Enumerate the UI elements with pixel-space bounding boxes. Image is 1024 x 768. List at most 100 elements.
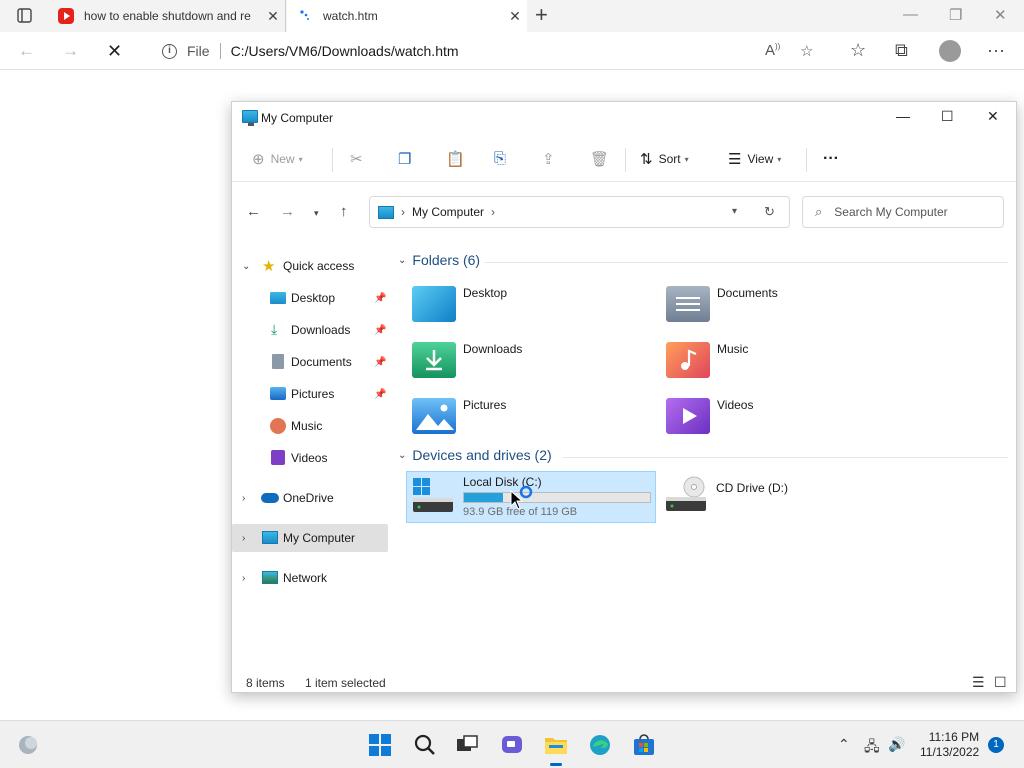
network-tray-icon[interactable]: 🖧 xyxy=(864,736,880,760)
folder-downloads[interactable]: Downloads xyxy=(406,340,656,392)
drives-section-header[interactable]: ⌄ Devices and drives (2) xyxy=(398,447,552,463)
new-button[interactable]: ⊕ New ▾ xyxy=(252,150,303,168)
sidebar-item-pictures[interactable]: Pictures 📌 xyxy=(232,380,388,408)
tiles-view-icon[interactable]: ☐ xyxy=(994,674,1007,691)
task-view-icon[interactable] xyxy=(455,733,479,757)
chevron-right-icon[interactable]: › xyxy=(401,205,405,219)
sidebar-item-downloads[interactable]: ⤓ Downloads 📌 xyxy=(232,316,388,344)
chat-icon[interactable] xyxy=(500,733,524,757)
tab-title: watch.htm xyxy=(323,9,378,23)
start-icon[interactable] xyxy=(368,733,392,757)
collections-icon[interactable]: ⧉ xyxy=(895,40,908,61)
scheme-label: File xyxy=(187,43,210,59)
forward-icon[interactable]: → xyxy=(62,41,79,61)
tab-youtube[interactable]: how to enable shutdown and re ✕ xyxy=(48,0,286,32)
profile-avatar[interactable] xyxy=(939,40,961,62)
breadcrumb-location[interactable]: My Computer xyxy=(412,205,484,219)
chevron-down-icon[interactable]: ⌄ xyxy=(242,261,250,272)
add-favorite-icon[interactable]: ☆ xyxy=(800,42,813,60)
search-input[interactable] xyxy=(834,205,985,219)
sidebar-item-music[interactable]: Music xyxy=(232,412,388,440)
chevron-right-icon[interactable]: › xyxy=(242,493,245,504)
sort-button[interactable]: ⇅ Sort ▾ xyxy=(640,150,689,168)
sidebar-item-onedrive[interactable]: › OneDrive xyxy=(232,484,388,512)
see-more-icon[interactable]: ··· xyxy=(823,150,839,168)
stop-loading-icon[interactable]: ✕ xyxy=(107,41,122,62)
delete-icon[interactable]: 🗑 xyxy=(590,150,615,168)
section-title: Folders (6) xyxy=(412,252,481,268)
read-aloud-icon[interactable]: A)) xyxy=(765,42,780,59)
pin-icon: 📌 xyxy=(374,292,387,304)
sidebar-item-videos[interactable]: Videos xyxy=(232,444,388,472)
copy-icon[interactable]: ❐ xyxy=(398,150,417,168)
sidebar-item-desktop[interactable]: Desktop 📌 xyxy=(232,284,388,312)
close-window-icon[interactable]: ✕ xyxy=(994,6,1007,24)
new-tab-icon[interactable]: + xyxy=(535,4,548,26)
restore-icon[interactable]: ❐ xyxy=(949,6,962,24)
chevron-down-icon: ⌄ xyxy=(398,254,407,266)
content-pane: ⌄ Folders (6) Desktop Documents Download… xyxy=(392,250,1016,668)
rename-icon[interactable]: ⎘ xyxy=(494,150,512,167)
paste-icon[interactable]: 📋 xyxy=(446,150,471,168)
back-icon[interactable]: ← xyxy=(246,203,261,220)
breadcrumb[interactable]: › My Computer › ▾ ↻ xyxy=(369,196,790,228)
clock[interactable]: 11:16 PM 11/13/2022 xyxy=(920,730,979,760)
folder-label: Music xyxy=(717,342,749,356)
details-view-icon[interactable]: ☰ xyxy=(972,674,985,691)
back-icon[interactable]: ← xyxy=(18,41,35,61)
chevron-down-icon: ▾ xyxy=(777,154,782,164)
chevron-right-icon[interactable]: › xyxy=(491,205,495,219)
chevron-right-icon[interactable]: › xyxy=(242,533,245,544)
desktop-icon xyxy=(270,292,286,304)
address-bar[interactable]: i File C:/Users/VM6/Downloads/watch.htm xyxy=(146,36,832,66)
folder-documents[interactable]: Documents xyxy=(660,284,910,336)
chevron-right-icon[interactable]: › xyxy=(242,573,245,584)
sidebar-item-documents[interactable]: Documents 📌 xyxy=(232,348,388,376)
show-hidden-icons-icon[interactable]: ⌃ xyxy=(838,736,850,753)
folder-videos[interactable]: Videos xyxy=(660,396,910,448)
minimize-icon[interactable]: — xyxy=(896,108,910,124)
drive-cd-d[interactable]: CD Drive (D:) xyxy=(660,471,910,523)
notification-badge[interactable]: 1 xyxy=(988,737,1004,753)
url-text[interactable]: C:/Users/VM6/Downloads/watch.htm xyxy=(231,43,459,59)
more-menu-icon[interactable]: ··· xyxy=(987,40,1005,61)
drive-usage-bar xyxy=(463,492,651,503)
folder-music[interactable]: Music xyxy=(660,340,910,392)
sidebar-item-network[interactable]: › Network xyxy=(232,564,388,592)
sidebar-item-my-computer[interactable]: › My Computer xyxy=(232,524,388,552)
recent-locations-icon[interactable]: ▾ xyxy=(314,208,319,219)
folders-section-header[interactable]: ⌄ Folders (6) xyxy=(398,252,480,268)
close-icon[interactable]: ✕ xyxy=(987,108,999,125)
share-icon[interactable]: ⇪ xyxy=(542,150,561,168)
favorites-icon[interactable]: ☆ xyxy=(850,40,866,61)
file-explorer-icon[interactable] xyxy=(544,733,568,766)
chevron-down-icon: ▾ xyxy=(298,154,303,164)
tab-watch[interactable]: watch.htm ✕ xyxy=(287,0,527,32)
search-box[interactable]: ⌕ xyxy=(802,196,1004,228)
close-tab-icon[interactable]: ✕ xyxy=(261,8,285,25)
chevron-down-icon[interactable]: ▾ xyxy=(732,206,737,217)
plus-circle-icon: ⊕ xyxy=(252,151,265,168)
folder-desktop[interactable]: Desktop xyxy=(406,284,656,336)
new-label: New xyxy=(270,152,295,166)
info-icon[interactable]: i xyxy=(162,43,177,59)
forward-icon[interactable]: → xyxy=(280,203,295,220)
volume-icon[interactable]: 🔊 xyxy=(888,736,905,753)
store-icon[interactable] xyxy=(632,733,656,757)
up-icon[interactable]: ↑ xyxy=(340,203,348,220)
search-icon[interactable] xyxy=(413,733,437,757)
edge-icon[interactable] xyxy=(588,733,612,757)
minimize-icon[interactable]: — xyxy=(903,6,918,23)
close-tab-icon[interactable]: ✕ xyxy=(503,8,527,25)
view-button[interactable]: ☰ View ▾ xyxy=(728,150,781,168)
computer-icon xyxy=(242,110,258,126)
refresh-icon[interactable]: ↻ xyxy=(764,204,775,220)
sidebar-label: Network xyxy=(283,571,328,585)
tab-actions-icon[interactable] xyxy=(8,6,40,26)
documents-folder-icon xyxy=(666,286,710,322)
folder-pictures[interactable]: Pictures xyxy=(406,396,656,448)
weather-icon[interactable] xyxy=(16,733,40,757)
maximize-icon[interactable]: ☐ xyxy=(941,108,954,125)
sidebar-item-quick-access[interactable]: ⌄ ★ Quick access xyxy=(232,252,388,280)
cut-icon[interactable]: ✂ xyxy=(350,150,369,168)
